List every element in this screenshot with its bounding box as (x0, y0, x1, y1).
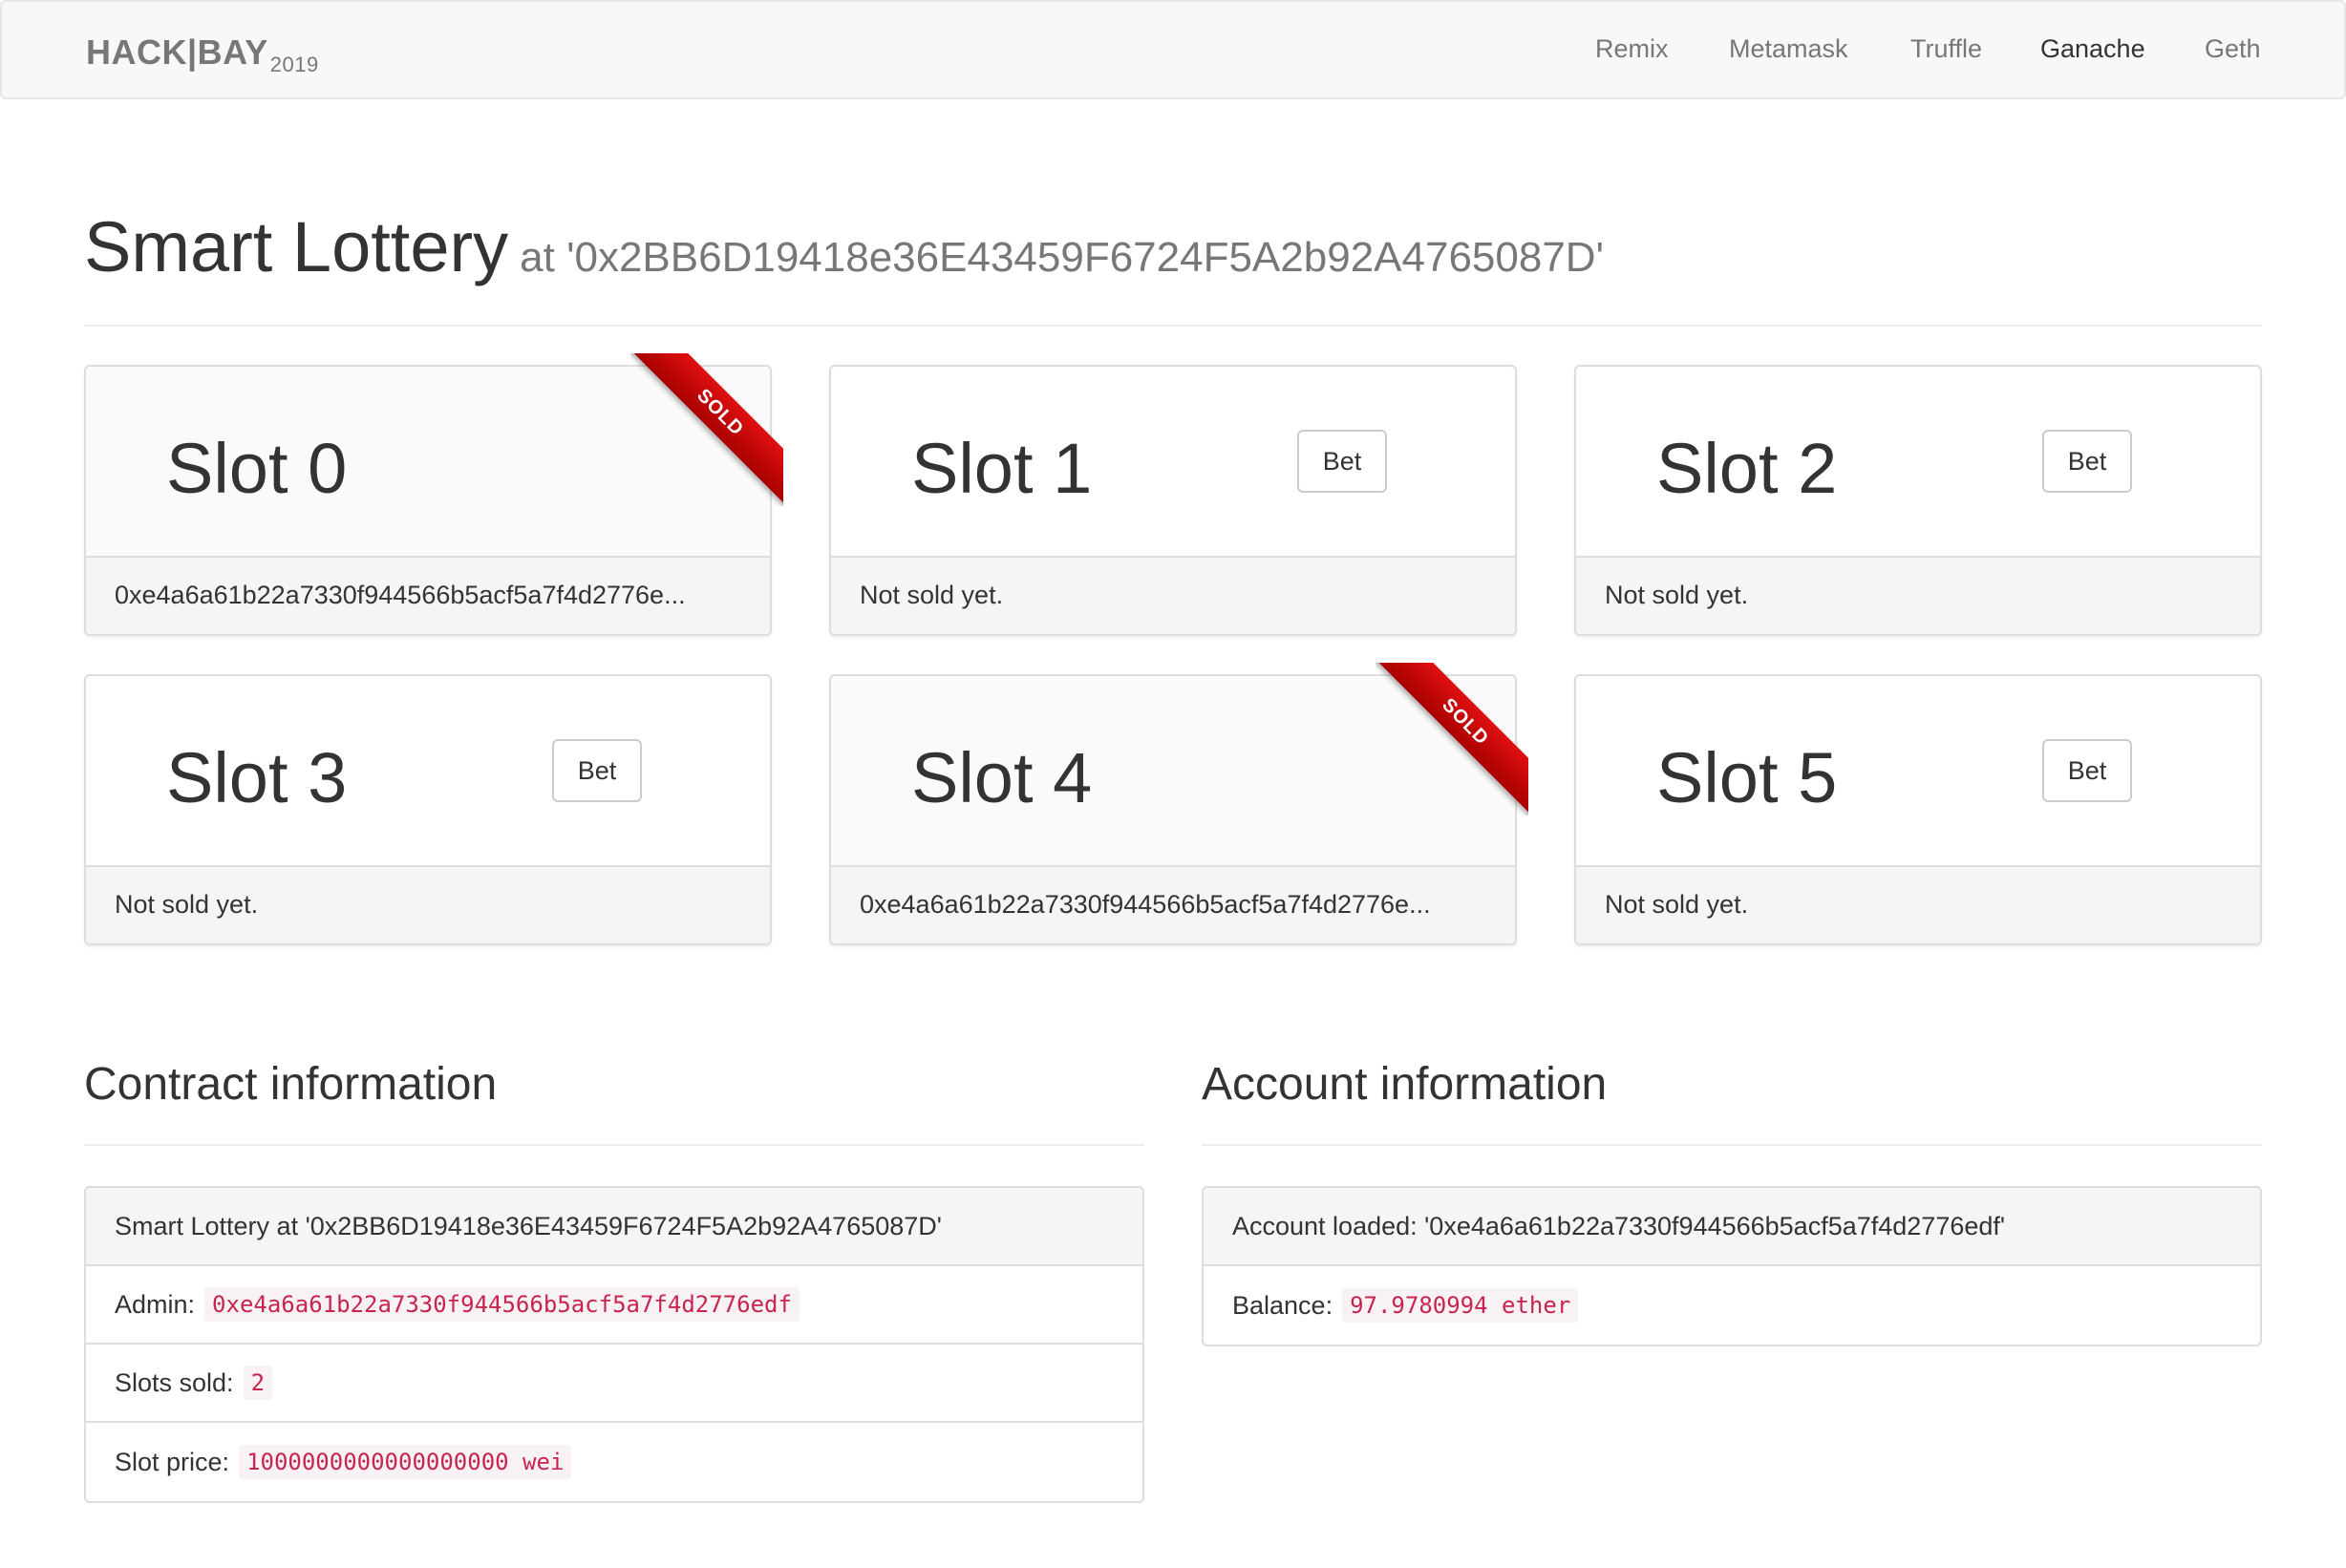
slot-panel-3: Slot 3 Bet Not sold yet. (84, 674, 772, 945)
slot-name: Slot 4 (911, 738, 1093, 817)
bet-button-slot-3[interactable]: Bet (552, 739, 642, 802)
slot-name: Slot 0 (166, 429, 348, 508)
slot-body: Slot 2 Bet (1576, 367, 2260, 558)
navbar: HACK|BAY2019 Remix Metamask Truffle Gana… (0, 0, 2346, 99)
balance-row: Balance: 97.9780994 ether (1204, 1266, 2260, 1345)
slot-owner: Not sold yet. (1576, 865, 2260, 943)
slot-price-label: Slot price: (115, 1447, 230, 1476)
nav-link-metamask[interactable]: Metamask (1729, 34, 1848, 64)
contract-info-title: Contract information (84, 1059, 498, 1110)
bet-button-slot-5[interactable]: Bet (2042, 739, 2132, 802)
admin-label: Admin: (115, 1289, 196, 1319)
sold-ribbon: SOLD (1376, 663, 1528, 816)
slot-body: Slot 1 Bet (831, 367, 1515, 558)
slot-name: Slot 2 (1656, 429, 1838, 508)
slot-name: Slot 3 (166, 738, 348, 817)
slot-body: Slot 3 Bet (86, 676, 770, 867)
account-info-list: Account loaded: '0xe4a6a61b22a7330f94456… (1202, 1186, 2262, 1346)
slot-owner: Not sold yet. (86, 865, 770, 943)
slots-sold-value: 2 (243, 1366, 273, 1400)
slot-owner: Not sold yet. (831, 556, 1515, 634)
account-heading-text: Account loaded: '0xe4a6a61b22a7330f94456… (1232, 1211, 2006, 1240)
slot-panel-1: Slot 1 Bet Not sold yet. (829, 365, 1517, 636)
contract-heading-text: Smart Lottery at '0x2BB6D19418e36E43459F… (115, 1211, 942, 1240)
slot-panel-4: Slot 4 0xe4a6a61b22a7330f944566b5acf5a7f… (829, 663, 1528, 945)
nav-links: Remix Metamask Truffle Ganache Geth (2, 34, 2344, 69)
slot-owner: 0xe4a6a61b22a7330f944566b5acf5a7f4d2776e… (831, 865, 1515, 943)
account-info-title: Account information (1202, 1059, 1608, 1110)
balance-value: 97.9780994 ether (1342, 1288, 1579, 1323)
page-title: Smart Lottery at '0x2BB6D19418e36E43459F6… (84, 212, 2262, 283)
balance-label: Balance: (1232, 1290, 1333, 1320)
nav-link-geth[interactable]: Geth (2205, 34, 2261, 64)
admin-value: 0xe4a6a61b22a7330f944566b5acf5a7f4d2776e… (204, 1287, 800, 1322)
slot-owner: 0xe4a6a61b22a7330f944566b5acf5a7f4d2776e… (86, 556, 770, 634)
slot-price-value: 1000000000000000000 wei (239, 1445, 572, 1479)
slot-name: Slot 5 (1656, 738, 1838, 817)
nav-link-truffle[interactable]: Truffle (1910, 34, 1982, 64)
slot-price-row: Slot price: 1000000000000000000 wei (86, 1423, 1142, 1501)
sold-ribbon-label: SOLD (630, 353, 783, 506)
bet-button-slot-2[interactable]: Bet (2042, 430, 2132, 493)
slots-sold-label: Slots sold: (115, 1367, 234, 1397)
sold-ribbon-label: SOLD (1376, 663, 1528, 816)
account-info-divider (1202, 1144, 2262, 1146)
contract-info-divider (84, 1144, 1144, 1146)
slot-panel-2: Slot 2 Bet Not sold yet. (1574, 365, 2262, 636)
account-loaded-heading: Account loaded: '0xe4a6a61b22a7330f94456… (1204, 1188, 2260, 1266)
page-header: Smart Lottery at '0x2BB6D19418e36E43459F6… (84, 212, 2262, 327)
contract-admin-row: Admin: 0xe4a6a61b22a7330f944566b5acf5a7f… (86, 1266, 1142, 1345)
slot-panel-5: Slot 5 Bet Not sold yet. (1574, 674, 2262, 945)
nav-link-ganache[interactable]: Ganache (2040, 34, 2145, 64)
contract-info-list: Smart Lottery at '0x2BB6D19418e36E43459F… (84, 1186, 1144, 1503)
slots-sold-row: Slots sold: 2 (86, 1345, 1142, 1423)
bet-button-slot-1[interactable]: Bet (1297, 430, 1387, 493)
slot-panel-0: Slot 0 0xe4a6a61b22a7330f944566b5acf5a7f… (84, 353, 783, 636)
page-subtitle: at '0x2BB6D19418e36E43459F6724F5A2b92A47… (520, 234, 1604, 281)
nav-link-remix[interactable]: Remix (1595, 34, 1669, 64)
contract-address-heading: Smart Lottery at '0x2BB6D19418e36E43459F… (86, 1188, 1142, 1266)
slot-name: Slot 1 (911, 429, 1093, 508)
page-title-text: Smart Lottery (84, 207, 509, 286)
sold-ribbon: SOLD (630, 353, 783, 506)
slot-body: Slot 5 Bet (1576, 676, 2260, 867)
slot-owner: Not sold yet. (1576, 556, 2260, 634)
